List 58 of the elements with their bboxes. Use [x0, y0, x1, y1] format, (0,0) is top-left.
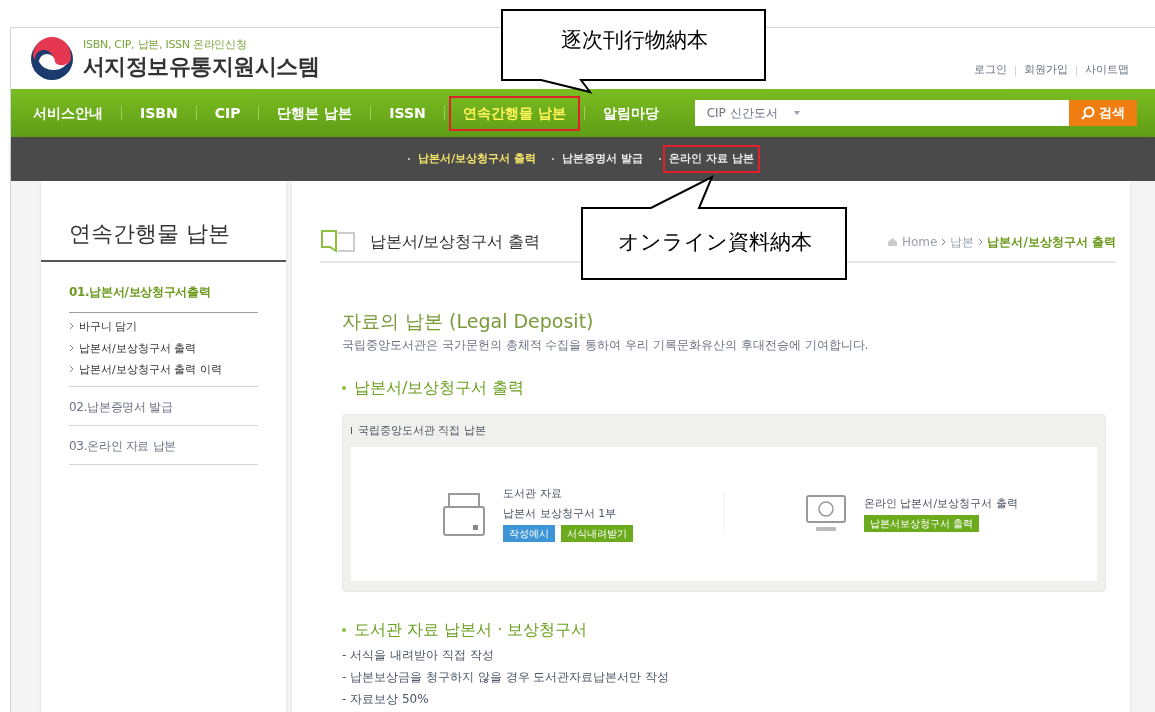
- nav-tab[interactable]: 서비스안내: [21, 97, 115, 129]
- form-button[interactable]: 작성예시: [503, 525, 556, 542]
- note-text: - 납본보상금을 청구하지 않을 경우 도서관자료납본서만 작성: [342, 669, 671, 686]
- callout-text: 逐次刊行物納本: [560, 27, 708, 54]
- logo-icon: [29, 35, 75, 82]
- sidebar-item[interactable]: 01.납본서/보상청구서출력: [69, 285, 211, 299]
- sidebar-item[interactable]: 02.납본증명서 발급: [69, 399, 173, 414]
- note-text: - 자료보상 50%: [342, 691, 430, 708]
- panel-title: 국립중앙도서관 직접 납본: [358, 422, 486, 439]
- form-button[interactable]: 납본서보상청구서 출력: [863, 515, 980, 533]
- sidebar-title: 연속간행물 납본: [41, 217, 286, 262]
- folder-icon: [441, 491, 488, 537]
- subnav-link[interactable]: 온라인 자료 납본: [665, 146, 758, 172]
- section-heading: 자료의 납본 (Legal Deposit): [342, 309, 595, 334]
- chevron-icon: [69, 365, 74, 373]
- form-button[interactable]: 서식내려받기: [561, 525, 634, 542]
- header-link[interactable]: 회원가입: [1024, 62, 1068, 79]
- chevron-icon: [978, 238, 984, 246]
- header-link[interactable]: 로그인: [974, 62, 1007, 79]
- breadcrumb-link[interactable]: 납본서/보상청구서 출력: [987, 233, 1116, 251]
- book-icon: [320, 229, 358, 255]
- option-text: 온라인 납본서/보상청구서 출력: [863, 495, 1018, 512]
- intro-text: 국립중앙도서관은 국가문헌의 총체적 수집을 통하여 우리 기록문화유산의 후대전승에 기여합니다.: [342, 336, 870, 354]
- sidebar-subitem[interactable]: 납본서/보상청구서 출력 이력: [79, 362, 222, 379]
- header-link[interactable]: 사이트맵: [1085, 62, 1129, 79]
- nav-tab[interactable]: CIP: [202, 97, 253, 129]
- search-bar[interactable]: CIP 신간도서: [694, 100, 1069, 126]
- breadcrumb-link[interactable]: 납본: [950, 233, 975, 251]
- monitor-icon: [803, 494, 848, 534]
- sidebar-subitem[interactable]: 바구니 담기: [79, 319, 138, 336]
- subnav-link[interactable]: 납본서/보상청구서 출력: [414, 146, 541, 172]
- dropdown-caret-icon: [793, 111, 800, 115]
- sidebar-subitem[interactable]: 납본서/보상청구서 출력: [79, 340, 197, 357]
- bullet-icon: [342, 628, 346, 632]
- chevron-icon: [69, 343, 74, 352]
- site-title: 서지정보유통지원시스템: [83, 53, 319, 81]
- note-text: - 서식을 내려받아 직접 작성: [342, 647, 495, 664]
- nav-tab[interactable]: 연속간행물 납본: [450, 97, 578, 129]
- nav-tab[interactable]: ISSN: [377, 97, 438, 129]
- subnav-link[interactable]: 납본증명서 발급: [558, 146, 647, 172]
- page-title: 납본서/보상청구서 출력: [370, 231, 541, 253]
- home-icon: [887, 237, 898, 247]
- option-text: 납본서 보상청구서 1부: [503, 505, 618, 522]
- site-tagline: ISBN, CIP, 납본, ISSN 온라인신청: [83, 36, 248, 53]
- chevron-icon: [69, 322, 74, 330]
- bullet-icon: [342, 385, 346, 390]
- nav-tab[interactable]: 알림마당: [590, 97, 671, 129]
- option-text: 도서관 자료: [503, 486, 563, 502]
- callout-text: オンライン資料納本: [617, 229, 812, 256]
- nav-tab[interactable]: 단행본 납본: [265, 97, 365, 129]
- nav-tab[interactable]: ISBN: [128, 97, 190, 129]
- section-title: 도서관 자료 납본서 · 보상청구서: [354, 619, 588, 641]
- search-icon: [1081, 106, 1095, 120]
- section-title: 납본서/보상청구서 출력: [354, 376, 525, 399]
- search-button[interactable]: 검색: [1069, 100, 1137, 126]
- breadcrumb-link[interactable]: Home: [902, 233, 938, 251]
- sidebar-item[interactable]: 03.온라인 자료 납본: [69, 438, 177, 453]
- chevron-icon: [941, 238, 947, 246]
